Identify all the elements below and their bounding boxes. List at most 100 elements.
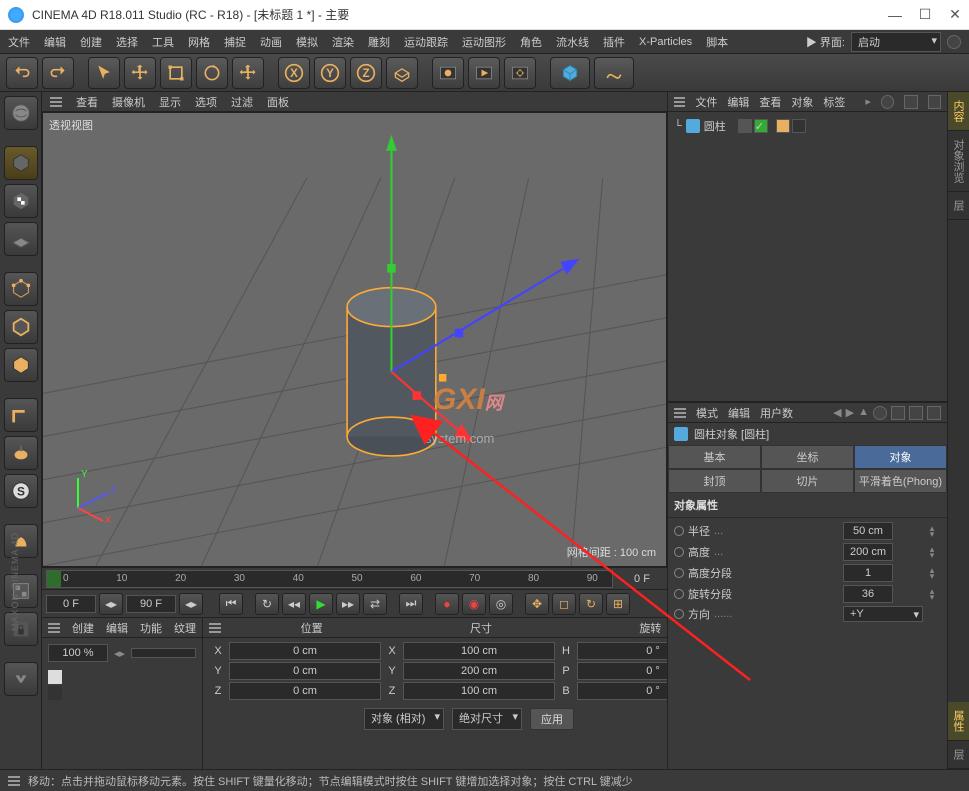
soft-select-button[interactable]	[4, 524, 38, 558]
pos-x-field[interactable]	[229, 642, 381, 660]
layer-tag-icon[interactable]	[738, 119, 752, 133]
timeline[interactable]: 0 10 20 30 40 50 60 70 80 90 0 F	[42, 567, 667, 589]
axis-x-button[interactable]: X	[278, 57, 310, 89]
orientation-dropdown[interactable]: +Y	[843, 606, 923, 622]
make-editable-button[interactable]	[4, 96, 38, 130]
radio-icon[interactable]	[674, 589, 684, 599]
visibility-tag-icon[interactable]: ✓	[754, 119, 768, 133]
search-icon[interactable]	[947, 35, 961, 49]
vp-menu-cameras[interactable]: 摄像机	[112, 94, 145, 110]
obj-menu-file[interactable]: 文件	[695, 94, 717, 110]
maximize-button[interactable]: ☐	[919, 9, 931, 21]
vp-menu-filter[interactable]: 过滤	[231, 94, 253, 110]
spinner-icon[interactable]: ▴▾	[927, 525, 937, 537]
goto-end-button[interactable]: ⏭	[399, 593, 423, 615]
render-view-button[interactable]	[432, 57, 464, 89]
height-field[interactable]	[843, 543, 893, 561]
obj-home-icon[interactable]	[904, 95, 917, 109]
prev-key-button[interactable]: ◂◂	[282, 593, 306, 615]
apply-button[interactable]: 应用	[530, 708, 574, 730]
key-pos-button[interactable]: ✥	[525, 593, 549, 615]
vp-menu-options[interactable]: 选项	[195, 94, 217, 110]
redo-button[interactable]	[42, 57, 74, 89]
add-primitive-button[interactable]	[550, 57, 590, 89]
minimize-button[interactable]: —	[889, 9, 901, 21]
model-mode-button[interactable]	[4, 146, 38, 180]
menu-animate[interactable]: 动画	[260, 34, 282, 50]
select-tool[interactable]	[88, 57, 120, 89]
obj-menu-tags[interactable]: 标签	[823, 94, 845, 110]
menu-mograph[interactable]: 运动图形	[462, 34, 506, 50]
viewport-solo-button[interactable]	[4, 574, 38, 608]
menu-edit[interactable]: 编辑	[44, 34, 66, 50]
vp-menu-view[interactable]: 查看	[76, 94, 98, 110]
attr-menu-mode[interactable]: 模式	[696, 405, 718, 421]
attr-tab-coord[interactable]: 坐标	[761, 445, 854, 469]
lastused-tool[interactable]	[232, 57, 264, 89]
texture-mode-button[interactable]	[4, 184, 38, 218]
radius-field[interactable]	[843, 522, 893, 540]
autokey-button[interactable]: ◉	[462, 593, 486, 615]
spinner-icon[interactable]: ▴▾	[927, 588, 937, 600]
tree-item-cylinder[interactable]: └ 圆柱 ✓	[672, 116, 943, 136]
attr-back-icon[interactable]: ◀	[833, 406, 841, 420]
menu-pipeline[interactable]: 流水线	[556, 34, 589, 50]
axis-z-button[interactable]: Z	[350, 57, 382, 89]
coord-system-button[interactable]	[386, 57, 418, 89]
coord-mode2-dropdown[interactable]: 绝对尺寸	[452, 708, 522, 730]
frame-start-field[interactable]	[46, 595, 96, 613]
attr-tab-caps[interactable]: 封顶	[668, 469, 761, 493]
menu-character[interactable]: 角色	[520, 34, 542, 50]
snap-button[interactable]: S	[4, 474, 38, 508]
xpresso-button[interactable]	[4, 662, 38, 696]
polys-mode-button[interactable]	[4, 348, 38, 382]
menu-xparticles[interactable]: X-Particles	[639, 36, 692, 48]
menu-plugins[interactable]: 插件	[603, 34, 625, 50]
viewport-menu-icon[interactable]	[50, 97, 62, 107]
attr-tab-phong[interactable]: 平滑着色(Phong)	[854, 469, 947, 493]
key-scale-button[interactable]: ◻	[552, 593, 576, 615]
points-mode-button[interactable]	[4, 272, 38, 306]
goto-start-button[interactable]: ⏮	[219, 593, 243, 615]
edges-mode-button[interactable]	[4, 310, 38, 344]
mat-menu-icon[interactable]	[48, 623, 60, 633]
mat-menu-texture[interactable]: 纹理	[174, 620, 196, 636]
axis-toggle-button[interactable]	[4, 398, 38, 432]
attr-menu-icon[interactable]	[674, 408, 686, 418]
vp-menu-panel[interactable]: 面板	[267, 94, 289, 110]
mat-swatch-2[interactable]	[48, 686, 62, 700]
menu-render[interactable]: 渲染	[332, 34, 354, 50]
obj-search-icon[interactable]	[881, 95, 894, 109]
axis-y-button[interactable]: Y	[314, 57, 346, 89]
obj-menu-view[interactable]: 查看	[759, 94, 781, 110]
attr-fwd-icon[interactable]: ▶	[846, 406, 854, 420]
phong-tag-icon[interactable]	[776, 119, 790, 133]
frame-total-field[interactable]	[126, 595, 176, 613]
coord-mode1-dropdown[interactable]: 对象 (相对)	[364, 708, 444, 730]
record-button[interactable]: ●	[435, 593, 459, 615]
radio-icon[interactable]	[674, 568, 684, 578]
menu-script[interactable]: 脚本	[706, 34, 728, 50]
spinner-icon[interactable]: ▴▾	[927, 567, 937, 579]
tree-collapse-icon[interactable]: └	[674, 120, 682, 132]
mat-zoom-field[interactable]	[48, 644, 108, 662]
attr-tab-object[interactable]: 对象	[854, 445, 947, 469]
obj-more-icon[interactable]: ▸	[865, 95, 871, 108]
menu-select[interactable]: 选择	[116, 34, 138, 50]
render-settings-button[interactable]	[504, 57, 536, 89]
rotate-tool[interactable]	[196, 57, 228, 89]
mat-swatch-1[interactable]	[48, 670, 62, 684]
status-menu-icon[interactable]	[8, 776, 20, 786]
pos-y-field[interactable]	[229, 662, 381, 680]
rot-seg-field[interactable]	[843, 585, 893, 603]
tree-label[interactable]: 圆柱	[704, 118, 726, 134]
menu-create[interactable]: 创建	[80, 34, 102, 50]
workplane-mode-button[interactable]	[4, 222, 38, 256]
rtab-browser[interactable]: 对象浏览	[948, 131, 969, 192]
key-rot-button[interactable]: ↻	[579, 593, 603, 615]
lock-button[interactable]	[4, 612, 38, 646]
mat-menu-create[interactable]: 创建	[72, 620, 94, 636]
spinner-icon[interactable]: ◂▸	[179, 593, 203, 615]
menu-simulate[interactable]: 模拟	[296, 34, 318, 50]
coord-menu-icon[interactable]	[209, 623, 221, 633]
